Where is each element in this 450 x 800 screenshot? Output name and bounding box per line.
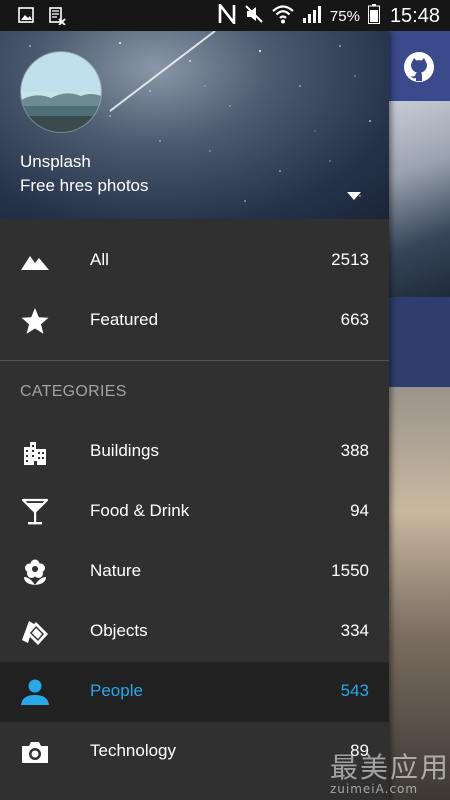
battery-icon <box>367 4 380 29</box>
mountains-icon <box>20 247 50 275</box>
objects-icon <box>20 618 50 646</box>
nav-item-count: 543 <box>340 681 369 700</box>
battery-percent: 75% <box>329 8 360 25</box>
account-avatar[interactable] <box>20 51 102 133</box>
nav-item-people[interactable]: People 543 <box>0 662 389 722</box>
wifi-icon <box>272 4 294 29</box>
nav-item-label: Featured <box>90 310 159 329</box>
nav-item-count: 334 <box>340 621 369 640</box>
nfc-icon <box>218 1 236 29</box>
photo-card-footer <box>389 297 450 387</box>
nav-item-label: Objects <box>90 621 148 640</box>
nav-item-label: Nature <box>90 561 142 580</box>
nav-item-label: Buildings <box>90 441 159 460</box>
watermark-main: 最美应用 <box>330 751 450 784</box>
nav-item-food-drink[interactable]: Food & Drink 94 <box>0 482 389 542</box>
github-icon[interactable] <box>403 51 435 88</box>
cocktail-icon <box>20 498 50 526</box>
star-icon <box>20 307 50 335</box>
account-name: Unsplash <box>20 152 91 171</box>
screenshot-notification-icon <box>48 7 66 30</box>
mute-icon <box>244 4 264 29</box>
person-icon <box>20 678 50 706</box>
clock: 15:48 <box>389 5 440 27</box>
nav-item-label: Food & Drink <box>90 501 190 520</box>
watermark: 最美应用 zuimeiA.com <box>330 746 450 796</box>
nav-item-all[interactable]: All 2513 <box>0 231 389 291</box>
nav-item-label: People <box>90 681 143 700</box>
nav-item-count: 388 <box>340 441 369 460</box>
nav-item-label: All <box>90 250 109 269</box>
section-divider <box>0 360 389 361</box>
nav-item-featured[interactable]: Featured 663 <box>0 291 389 351</box>
app-toolbar <box>389 31 450 101</box>
background-content <box>389 31 450 800</box>
buildings-icon <box>20 438 50 466</box>
nav-item-count: 1550 <box>331 561 369 580</box>
gallery-notification-icon <box>18 7 34 30</box>
drawer-header: Unsplash Free hres photos <box>0 31 389 219</box>
photo-card[interactable] <box>389 101 450 297</box>
nav-item-label: Technology <box>90 741 177 760</box>
flower-icon <box>20 558 50 586</box>
nav-item-count: 663 <box>340 310 369 329</box>
status-bar: 75% 15:48 <box>0 0 450 31</box>
nav-item-count: 2513 <box>331 250 369 269</box>
categories-header: CATEGORIES <box>20 383 127 400</box>
signal-icon <box>302 4 322 29</box>
nav-item-count: 94 <box>350 501 369 520</box>
account-dropdown-icon[interactable] <box>346 188 362 206</box>
nav-item-objects[interactable]: Objects 334 <box>0 602 389 662</box>
photo-card[interactable] <box>389 387 450 800</box>
account-subtitle: Free hres photos <box>20 176 149 195</box>
camera-icon <box>20 738 50 766</box>
navigation-drawer: Unsplash Free hres photos All 2513 Featu… <box>0 31 389 800</box>
nav-item-buildings[interactable]: Buildings 388 <box>0 422 389 482</box>
nav-item-nature[interactable]: Nature 1550 <box>0 542 389 602</box>
